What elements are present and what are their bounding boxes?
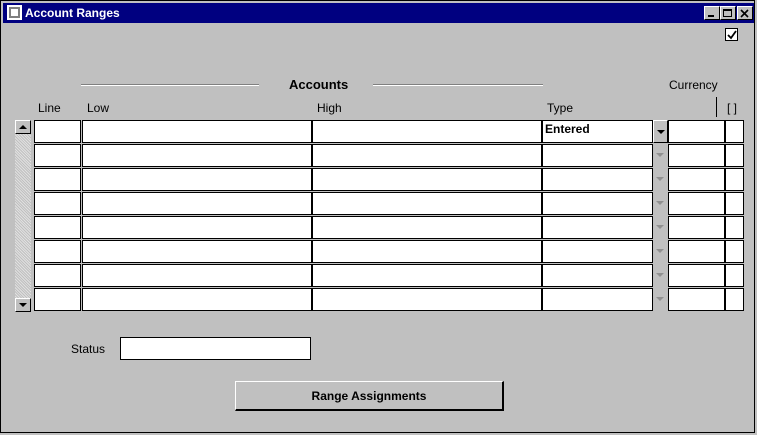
flex-field[interactable] bbox=[725, 240, 744, 263]
high-field[interactable] bbox=[312, 168, 542, 191]
low-field[interactable] bbox=[82, 120, 312, 143]
chevron-down-icon bbox=[656, 153, 664, 157]
type-dropdown-button[interactable] bbox=[653, 144, 668, 167]
status-label: Status bbox=[71, 342, 106, 356]
low-field[interactable] bbox=[82, 192, 312, 215]
low-field[interactable] bbox=[82, 288, 312, 311]
high-field[interactable] bbox=[312, 144, 542, 167]
type-field[interactable] bbox=[542, 240, 653, 263]
checkmark-icon bbox=[727, 30, 737, 40]
type-dropdown-button[interactable] bbox=[653, 240, 668, 263]
high-field[interactable] bbox=[312, 120, 542, 143]
maximize-icon bbox=[723, 9, 732, 17]
type-field[interactable]: Entered bbox=[542, 120, 653, 143]
close-button[interactable] bbox=[737, 6, 753, 20]
flex-field[interactable] bbox=[725, 192, 744, 215]
type-dropdown-button[interactable] bbox=[653, 264, 668, 287]
account-ranges-window: Account Ranges Accounts Currency Line Lo… bbox=[0, 0, 755, 433]
window-title: Account Ranges bbox=[25, 6, 120, 20]
low-field[interactable] bbox=[82, 240, 312, 263]
high-field[interactable] bbox=[312, 288, 542, 311]
range-assignments-button[interactable]: Range Assignments bbox=[235, 381, 504, 411]
high-field[interactable] bbox=[312, 240, 542, 263]
header-separator bbox=[716, 97, 717, 117]
column-header-low: Low bbox=[87, 101, 110, 115]
line-field[interactable] bbox=[34, 216, 81, 239]
chevron-down-icon bbox=[656, 177, 664, 181]
type-dropdown-button[interactable] bbox=[653, 216, 668, 239]
high-field[interactable] bbox=[312, 264, 542, 287]
minimize-icon bbox=[708, 15, 714, 17]
chevron-down-icon bbox=[656, 273, 664, 277]
column-header-type: Type bbox=[547, 101, 574, 115]
close-icon bbox=[740, 9, 749, 18]
line-field[interactable] bbox=[34, 144, 81, 167]
column-header-flex: [ ] bbox=[727, 101, 738, 115]
scroll-down-button[interactable] bbox=[15, 298, 31, 312]
column-header-high: High bbox=[317, 101, 342, 115]
rows-scrollbar[interactable] bbox=[15, 120, 31, 312]
type-dropdown-button[interactable] bbox=[653, 120, 668, 143]
type-dropdown-button[interactable] bbox=[653, 288, 668, 311]
type-field[interactable] bbox=[542, 264, 653, 287]
currency-field[interactable] bbox=[668, 216, 725, 239]
status-field[interactable] bbox=[120, 337, 311, 360]
currency-field[interactable] bbox=[668, 240, 725, 263]
type-field[interactable] bbox=[542, 192, 653, 215]
low-field[interactable] bbox=[82, 216, 312, 239]
chevron-down-icon bbox=[657, 130, 665, 134]
currency-field[interactable] bbox=[668, 120, 725, 143]
low-field[interactable] bbox=[82, 168, 312, 191]
line-field[interactable] bbox=[34, 120, 81, 143]
flex-field[interactable] bbox=[725, 120, 744, 143]
chevron-down-icon bbox=[656, 249, 664, 253]
type-field[interactable] bbox=[542, 288, 653, 311]
line-field[interactable] bbox=[34, 264, 81, 287]
type-dropdown-button[interactable] bbox=[653, 168, 668, 191]
currency-field[interactable] bbox=[668, 264, 725, 287]
flex-field[interactable] bbox=[725, 264, 744, 287]
currency-field[interactable] bbox=[668, 192, 725, 215]
type-field[interactable] bbox=[542, 216, 653, 239]
flex-field[interactable] bbox=[725, 288, 744, 311]
arrow-up-icon bbox=[19, 125, 27, 129]
app-icon bbox=[7, 5, 22, 20]
flex-field[interactable] bbox=[725, 168, 744, 191]
column-header-line: Line bbox=[38, 101, 61, 115]
type-field[interactable] bbox=[542, 144, 653, 167]
group-divider-right bbox=[373, 84, 543, 86]
scroll-track[interactable] bbox=[15, 134, 31, 298]
currency-field[interactable] bbox=[668, 144, 725, 167]
top-checkbox[interactable] bbox=[725, 28, 738, 41]
chevron-down-icon bbox=[656, 201, 664, 205]
maximize-button[interactable] bbox=[720, 6, 736, 20]
high-field[interactable] bbox=[312, 216, 542, 239]
minimize-button[interactable] bbox=[704, 6, 720, 20]
low-field[interactable] bbox=[82, 144, 312, 167]
flex-field[interactable] bbox=[725, 144, 744, 167]
accounts-group-title: Accounts bbox=[289, 77, 349, 92]
chevron-down-icon bbox=[656, 297, 664, 301]
currency-field[interactable] bbox=[668, 168, 725, 191]
scroll-up-button[interactable] bbox=[15, 120, 31, 134]
currency-field[interactable] bbox=[668, 288, 725, 311]
line-field[interactable] bbox=[34, 192, 81, 215]
line-field[interactable] bbox=[34, 168, 81, 191]
title-bar[interactable]: Account Ranges bbox=[3, 3, 754, 23]
currency-group-title: Currency bbox=[669, 78, 718, 92]
group-divider-left bbox=[81, 84, 259, 86]
low-field[interactable] bbox=[82, 264, 312, 287]
line-field[interactable] bbox=[34, 288, 81, 311]
arrow-down-icon bbox=[19, 303, 27, 307]
type-field[interactable] bbox=[542, 168, 653, 191]
flex-field[interactable] bbox=[725, 216, 744, 239]
type-dropdown-button[interactable] bbox=[653, 192, 668, 215]
high-field[interactable] bbox=[312, 192, 542, 215]
chevron-down-icon bbox=[656, 225, 664, 229]
line-field[interactable] bbox=[34, 240, 81, 263]
